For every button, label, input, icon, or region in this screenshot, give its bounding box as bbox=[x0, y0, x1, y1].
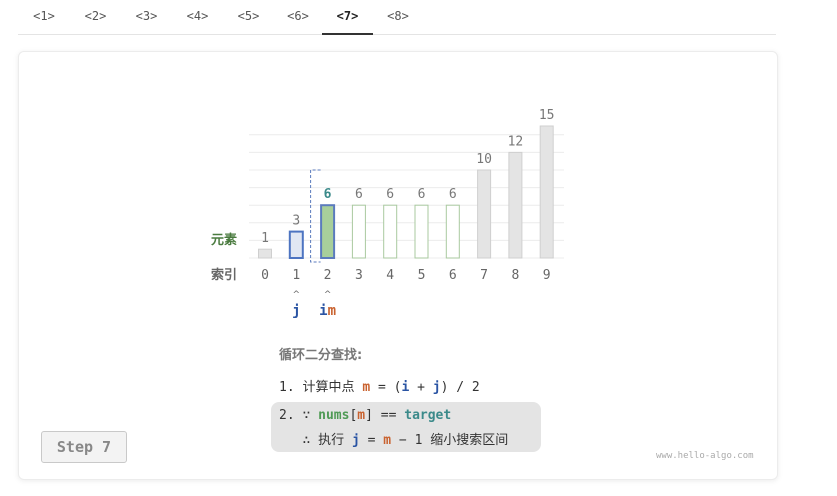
line1-m: m bbox=[362, 380, 371, 395]
tab-step-6[interactable]: <6> bbox=[274, 0, 322, 33]
pointer-i-label: i bbox=[319, 303, 327, 319]
bar-8 bbox=[508, 151, 523, 259]
value-label-0: 1 bbox=[261, 231, 269, 246]
bar-9 bbox=[539, 125, 554, 259]
search-range-bracket bbox=[310, 169, 321, 263]
explanation-title: 循环二分查找: bbox=[279, 348, 363, 363]
element-row-label: 元素 bbox=[211, 232, 237, 248]
line2-prefix: 2. ∵ bbox=[279, 408, 319, 423]
tab-step-3[interactable]: <3> bbox=[121, 0, 172, 33]
index-label-0: 0 bbox=[261, 268, 269, 283]
line3-eq: = bbox=[359, 433, 384, 448]
tab-step-7[interactable]: <7> bbox=[322, 0, 373, 35]
pointer-j-label: j bbox=[292, 303, 300, 319]
bar-3 bbox=[351, 204, 366, 259]
pointer-im-caret-icon: ^ bbox=[324, 290, 332, 300]
explanation-line-2: 2. ∵ nums[m] == target bbox=[279, 408, 451, 423]
line1-eq: = ( bbox=[370, 380, 402, 395]
index-label-6: 6 bbox=[449, 268, 457, 283]
index-label-2: 2 bbox=[324, 268, 332, 283]
step-indicator-button[interactable]: Step 7 bbox=[41, 431, 127, 463]
line3-j: j bbox=[351, 433, 360, 448]
index-row-label: 索引 bbox=[211, 267, 237, 283]
step-tab-bar: <1> <2> <3> <4> <5> <6> <7> <8> bbox=[18, 0, 776, 35]
tab-step-5[interactable]: <5> bbox=[223, 0, 274, 33]
pointers: ^ j ^ im bbox=[292, 290, 336, 319]
index-label-9: 9 bbox=[543, 268, 551, 283]
bar-5 bbox=[414, 204, 429, 259]
index-label-1: 1 bbox=[292, 268, 300, 283]
line2-target: target bbox=[404, 408, 452, 423]
value-label-2: 6 bbox=[324, 187, 332, 202]
index-label-7: 7 bbox=[480, 268, 488, 283]
binary-search-diagram: 136 6 6 6 6101215 0123456789 ^j^im 元素 索引 bbox=[211, 108, 564, 319]
line2-bracket-close: ] == bbox=[365, 408, 405, 423]
explanation-line-3: ∴ 执行 j = m − 1 缩小搜索区间 bbox=[279, 429, 508, 448]
bar-6 bbox=[445, 204, 460, 259]
search-range-bracket-line bbox=[310, 169, 321, 263]
index-labels: 0 1 2 3 4 5 6 7 8 9 bbox=[261, 268, 551, 283]
value-label-9: 15 bbox=[539, 108, 555, 123]
line1-prefix: 1. 计算中点 bbox=[279, 380, 363, 395]
index-label-5: 5 bbox=[418, 268, 426, 283]
bar-4 bbox=[383, 204, 398, 259]
value-label-5: 6 bbox=[418, 187, 426, 202]
line2-nums: nums bbox=[318, 408, 350, 423]
value-label-4: 6 bbox=[386, 187, 394, 202]
line1-plus: + bbox=[409, 380, 433, 395]
bar-0 bbox=[258, 248, 272, 259]
line3-prefix: ∴ 执行 bbox=[279, 433, 352, 448]
tab-step-4[interactable]: <4> bbox=[172, 0, 223, 33]
line3-suffix: − 1 缩小搜索区间 bbox=[391, 433, 509, 448]
pointer-j-caret-icon: ^ bbox=[293, 290, 301, 300]
watermark: www.hello-algo.com bbox=[656, 451, 754, 461]
value-label-7: 10 bbox=[476, 152, 492, 167]
index-label-8: 8 bbox=[511, 268, 519, 283]
value-label-1: 3 bbox=[292, 214, 300, 229]
value-label-3: 6 bbox=[355, 187, 363, 202]
pointer-im-label: im bbox=[319, 303, 336, 319]
bar-7 bbox=[477, 169, 492, 259]
tab-step-8[interactable]: <8> bbox=[373, 0, 423, 33]
pointer-m-label: m bbox=[328, 303, 336, 319]
index-label-3: 3 bbox=[355, 268, 363, 283]
explanation-line-1: 1. 计算中点 m = (i + j) / 2 bbox=[279, 376, 480, 395]
bar-2 bbox=[320, 204, 336, 259]
line1-j: j bbox=[432, 380, 441, 395]
tab-step-1[interactable]: <1> bbox=[18, 0, 70, 33]
line3-m: m bbox=[383, 433, 392, 448]
line1-suffix: ) / 2 bbox=[440, 380, 480, 395]
step-card: 1 3 6 6 6 6 6 10 12 15 0123456789 ^ j ^ im 元素 索引 循环二… bbox=[18, 51, 778, 480]
index-label-4: 4 bbox=[386, 268, 394, 283]
bar-1 bbox=[288, 230, 304, 260]
value-label-6: 6 bbox=[449, 187, 457, 202]
value-label-8: 12 bbox=[508, 134, 524, 149]
tab-step-2[interactable]: <2> bbox=[70, 0, 121, 33]
line2-m: m bbox=[357, 408, 366, 423]
